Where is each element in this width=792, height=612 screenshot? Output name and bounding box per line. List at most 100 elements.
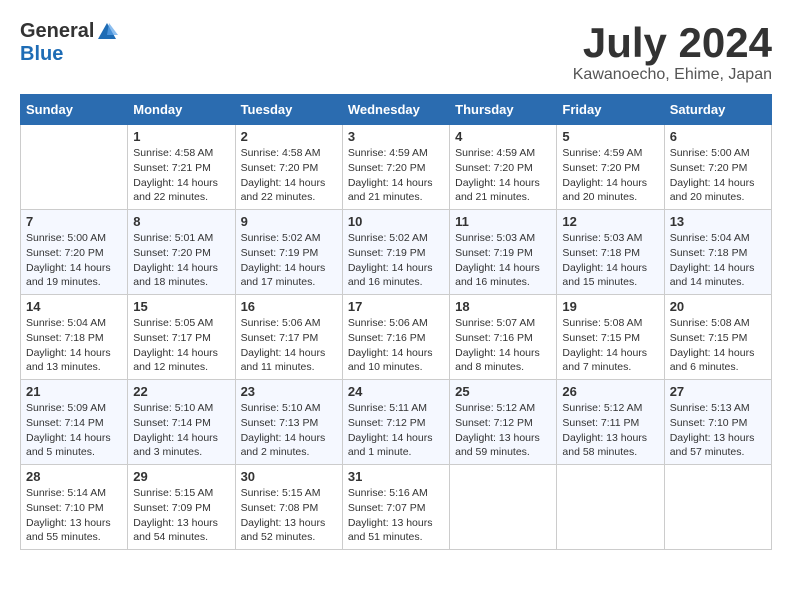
calendar-cell: 23 Sunrise: 5:10 AMSunset: 7:13 PMDayligh… xyxy=(235,380,342,465)
calendar-cell: 17 Sunrise: 5:06 AMSunset: 7:16 PMDayligh… xyxy=(342,295,449,380)
week-row-5: 28 Sunrise: 5:14 AMSunset: 7:10 PMDayligh… xyxy=(21,465,772,550)
location: Kawanoecho, Ehime, Japan xyxy=(573,66,772,84)
calendar-cell: 2 Sunrise: 4:58 AMSunset: 7:20 PMDaylight… xyxy=(235,125,342,210)
day-info: Sunrise: 5:00 AMSunset: 7:20 PMDaylight:… xyxy=(26,231,122,290)
day-info: Sunrise: 5:12 AMSunset: 7:11 PMDaylight:… xyxy=(562,401,658,460)
day-number: 30 xyxy=(241,469,337,484)
calendar-cell: 4 Sunrise: 4:59 AMSunset: 7:20 PMDaylight… xyxy=(450,125,557,210)
week-row-3: 14 Sunrise: 5:04 AMSunset: 7:18 PMDayligh… xyxy=(21,295,772,380)
calendar-cell: 15 Sunrise: 5:05 AMSunset: 7:17 PMDayligh… xyxy=(128,295,235,380)
day-number: 14 xyxy=(26,299,122,314)
col-wednesday: Wednesday xyxy=(342,95,449,125)
day-number: 26 xyxy=(562,384,658,399)
title-area: July 2024 Kawanoecho, Ehime, Japan xyxy=(573,20,772,84)
calendar-cell: 6 Sunrise: 5:00 AMSunset: 7:20 PMDaylight… xyxy=(664,125,771,210)
day-number: 6 xyxy=(670,129,766,144)
calendar-cell xyxy=(557,465,664,550)
calendar-cell: 26 Sunrise: 5:12 AMSunset: 7:11 PMDayligh… xyxy=(557,380,664,465)
logo-blue-text: Blue xyxy=(20,43,63,66)
calendar-cell: 8Sunrise: 5:01 AMSunset: 7:20 PMDaylight… xyxy=(128,210,235,295)
day-number: 12 xyxy=(562,214,658,229)
day-info: Sunrise: 5:05 AMSunset: 7:17 PMDaylight:… xyxy=(133,316,229,375)
day-number: 21 xyxy=(26,384,122,399)
calendar-cell: 13Sunrise: 5:04 AMSunset: 7:18 PMDayligh… xyxy=(664,210,771,295)
day-info: Sunrise: 5:15 AMSunset: 7:09 PMDaylight:… xyxy=(133,486,229,545)
day-info: Sunrise: 5:06 AMSunset: 7:16 PMDaylight:… xyxy=(348,316,444,375)
week-row-2: 7Sunrise: 5:00 AMSunset: 7:20 PMDaylight… xyxy=(21,210,772,295)
day-info: Sunrise: 5:03 AMSunset: 7:18 PMDaylight:… xyxy=(562,231,658,290)
calendar-cell: 25Sunrise: 5:12 AMSunset: 7:12 PMDayligh… xyxy=(450,380,557,465)
day-number: 3 xyxy=(348,129,444,144)
day-number: 28 xyxy=(26,469,122,484)
day-info: Sunrise: 5:06 AMSunset: 7:17 PMDaylight:… xyxy=(241,316,337,375)
col-saturday: Saturday xyxy=(664,95,771,125)
calendar-cell: 7Sunrise: 5:00 AMSunset: 7:20 PMDaylight… xyxy=(21,210,128,295)
day-info: Sunrise: 5:09 AMSunset: 7:14 PMDaylight:… xyxy=(26,401,122,460)
calendar-cell xyxy=(664,465,771,550)
day-number: 18 xyxy=(455,299,551,314)
day-number: 15 xyxy=(133,299,229,314)
day-info: Sunrise: 4:59 AMSunset: 7:20 PMDaylight:… xyxy=(348,146,444,205)
day-number: 19 xyxy=(562,299,658,314)
header: General Blue July 2024 Kawanoecho, Ehime… xyxy=(20,20,772,84)
calendar-header-row: Sunday Monday Tuesday Wednesday Thursday… xyxy=(21,95,772,125)
calendar-cell: 9Sunrise: 5:02 AMSunset: 7:19 PMDaylight… xyxy=(235,210,342,295)
day-info: Sunrise: 4:59 AMSunset: 7:20 PMDaylight:… xyxy=(455,146,551,205)
calendar-cell: 28 Sunrise: 5:14 AMSunset: 7:10 PMDayligh… xyxy=(21,465,128,550)
day-number: 20 xyxy=(670,299,766,314)
day-info: Sunrise: 5:11 AMSunset: 7:12 PMDaylight:… xyxy=(348,401,444,460)
calendar-cell xyxy=(21,125,128,210)
day-info: Sunrise: 5:07 AMSunset: 7:16 PMDaylight:… xyxy=(455,316,551,375)
day-info: Sunrise: 5:15 AMSunset: 7:08 PMDaylight:… xyxy=(241,486,337,545)
day-info: Sunrise: 5:10 AMSunset: 7:13 PMDaylight:… xyxy=(241,401,337,460)
day-number: 5 xyxy=(562,129,658,144)
calendar-cell: 27 Sunrise: 5:13 AMSunset: 7:10 PMDayligh… xyxy=(664,380,771,465)
col-sunday: Sunday xyxy=(21,95,128,125)
calendar-cell: 18 Sunrise: 5:07 AMSunset: 7:16 PMDayligh… xyxy=(450,295,557,380)
day-info: Sunrise: 4:58 AMSunset: 7:21 PMDaylight:… xyxy=(133,146,229,205)
month-title: July 2024 xyxy=(573,20,772,66)
calendar-cell: 22 Sunrise: 5:10 AMSunset: 7:14 PMDayligh… xyxy=(128,380,235,465)
day-number: 17 xyxy=(348,299,444,314)
day-info: Sunrise: 5:13 AMSunset: 7:10 PMDaylight:… xyxy=(670,401,766,460)
day-info: Sunrise: 5:08 AMSunset: 7:15 PMDaylight:… xyxy=(670,316,766,375)
logo-general-text: General xyxy=(20,20,94,43)
week-row-1: 1 Sunrise: 4:58 AMSunset: 7:21 PMDaylight… xyxy=(21,125,772,210)
col-monday: Monday xyxy=(128,95,235,125)
day-info: Sunrise: 5:10 AMSunset: 7:14 PMDaylight:… xyxy=(133,401,229,460)
day-number: 27 xyxy=(670,384,766,399)
day-info: Sunrise: 5:14 AMSunset: 7:10 PMDaylight:… xyxy=(26,486,122,545)
calendar-cell: 19Sunrise: 5:08 AMSunset: 7:15 PMDayligh… xyxy=(557,295,664,380)
day-info: Sunrise: 5:03 AMSunset: 7:19 PMDaylight:… xyxy=(455,231,551,290)
day-number: 25 xyxy=(455,384,551,399)
day-number: 11 xyxy=(455,214,551,229)
day-number: 29 xyxy=(133,469,229,484)
calendar-cell xyxy=(450,465,557,550)
calendar-cell: 14 Sunrise: 5:04 AMSunset: 7:18 PMDayligh… xyxy=(21,295,128,380)
calendar-cell: 16 Sunrise: 5:06 AMSunset: 7:17 PMDayligh… xyxy=(235,295,342,380)
day-number: 22 xyxy=(133,384,229,399)
day-info: Sunrise: 4:58 AMSunset: 7:20 PMDaylight:… xyxy=(241,146,337,205)
day-number: 24 xyxy=(348,384,444,399)
day-info: Sunrise: 5:00 AMSunset: 7:20 PMDaylight:… xyxy=(670,146,766,205)
week-row-4: 21 Sunrise: 5:09 AMSunset: 7:14 PMDayligh… xyxy=(21,380,772,465)
day-info: Sunrise: 5:01 AMSunset: 7:20 PMDaylight:… xyxy=(133,231,229,290)
day-info: Sunrise: 5:02 AMSunset: 7:19 PMDaylight:… xyxy=(241,231,337,290)
col-thursday: Thursday xyxy=(450,95,557,125)
day-number: 13 xyxy=(670,214,766,229)
logo-icon xyxy=(96,21,118,43)
calendar-cell: 29 Sunrise: 5:15 AMSunset: 7:09 PMDayligh… xyxy=(128,465,235,550)
day-number: 2 xyxy=(241,129,337,144)
day-number: 1 xyxy=(133,129,229,144)
calendar-cell: 31Sunrise: 5:16 AMSunset: 7:07 PMDayligh… xyxy=(342,465,449,550)
col-friday: Friday xyxy=(557,95,664,125)
day-number: 16 xyxy=(241,299,337,314)
day-info: Sunrise: 5:02 AMSunset: 7:19 PMDaylight:… xyxy=(348,231,444,290)
calendar-cell: 21 Sunrise: 5:09 AMSunset: 7:14 PMDayligh… xyxy=(21,380,128,465)
day-info: Sunrise: 5:04 AMSunset: 7:18 PMDaylight:… xyxy=(26,316,122,375)
day-number: 10 xyxy=(348,214,444,229)
day-number: 31 xyxy=(348,469,444,484)
day-number: 4 xyxy=(455,129,551,144)
calendar-cell: 3 Sunrise: 4:59 AMSunset: 7:20 PMDaylight… xyxy=(342,125,449,210)
day-number: 23 xyxy=(241,384,337,399)
